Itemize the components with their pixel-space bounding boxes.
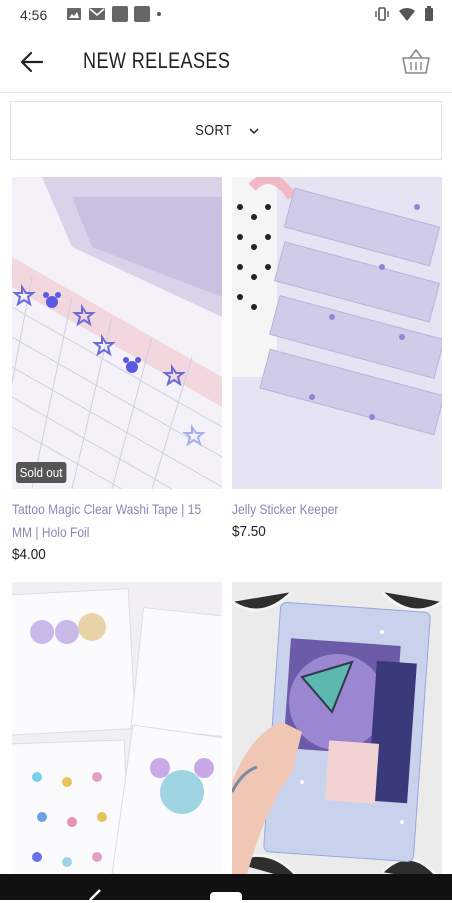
- status-time: 4:56: [20, 7, 48, 23]
- page-title: NEW RELEASES: [83, 48, 231, 73]
- product-card[interactable]: Sold out Tattoo Magic Clear Washi Tape |…: [12, 177, 222, 563]
- status-bar: 4:56: [0, 0, 452, 30]
- sticker-album-photo: [232, 582, 442, 894]
- sort-label: SORT: [195, 122, 233, 139]
- product-card[interactable]: [12, 582, 222, 903]
- product-image[interactable]: [232, 177, 442, 489]
- sold-out-badge: Sold out: [16, 462, 67, 483]
- product-title[interactable]: Tattoo Magic Clear Washi Tape | 15 MM | …: [12, 498, 218, 544]
- mail-icon: [89, 8, 105, 20]
- washi-tape-photo: [12, 177, 222, 489]
- system-icons: [374, 6, 434, 22]
- app-header: NEW RELEASES: [0, 30, 452, 93]
- product-price: $4.00: [12, 546, 46, 563]
- product-image[interactable]: [12, 582, 222, 894]
- image-icon: [67, 8, 81, 20]
- product-card[interactable]: Jelly Sticker Keeper $7.50: [232, 177, 442, 540]
- app-notification-icon: [134, 6, 150, 22]
- home-pill[interactable]: [210, 892, 242, 902]
- back-arrow-icon[interactable]: [18, 48, 46, 76]
- product-price: $7.50: [232, 523, 266, 540]
- chevron-down-icon: [249, 127, 259, 134]
- holo-stickers-photo: [12, 582, 222, 894]
- dot-icon: [157, 12, 161, 16]
- sort-button[interactable]: SORT: [10, 101, 442, 160]
- product-title[interactable]: Jelly Sticker Keeper: [232, 498, 438, 521]
- system-nav-bar: [0, 874, 452, 902]
- product-image[interactable]: [232, 582, 442, 894]
- vibrate-icon: [375, 7, 389, 21]
- nav-back-icon[interactable]: [88, 888, 108, 900]
- battery-icon: [425, 6, 433, 21]
- notification-icons: [66, 6, 162, 22]
- app-notification-icon: [112, 6, 128, 22]
- basket-icon[interactable]: [400, 46, 432, 76]
- product-image[interactable]: Sold out: [12, 177, 222, 489]
- wifi-icon: [399, 7, 415, 21]
- product-card[interactable]: [232, 582, 442, 903]
- sticker-keeper-photo: [232, 177, 442, 489]
